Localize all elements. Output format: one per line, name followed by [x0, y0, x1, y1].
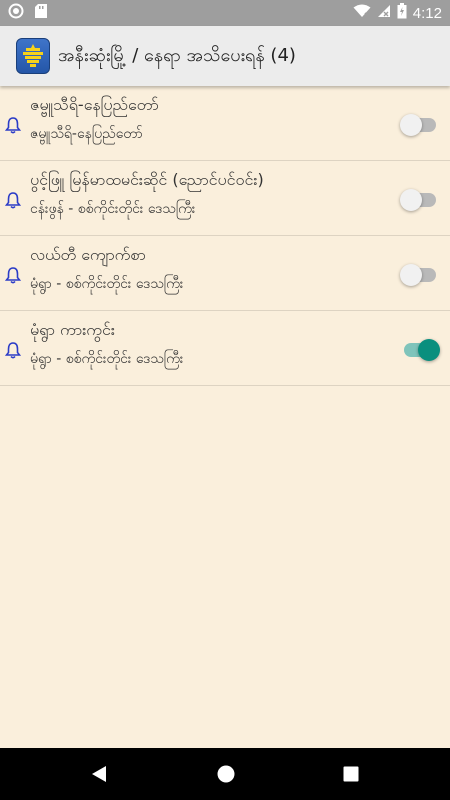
back-icon[interactable] [90, 764, 108, 788]
item-subtitle: မုံရွာ - စစ်ကိုင်းတိုင်း ဒေသကြီး [30, 276, 184, 292]
notification-toggle[interactable] [400, 189, 438, 211]
list-item[interactable]: ပွင့်ဖြူ မြန်မာထမင်းဆိုင် (ညောင်ပင်ဝင်း)… [0, 161, 450, 236]
notification-toggle[interactable] [400, 264, 438, 286]
item-subtitle: မုံရွာ - စစ်ကိုင်းတိုင်း ဒေသကြီး [30, 351, 184, 367]
page-title: အနီးဆုံးမြို့ / နေရာ အသိပေးရန် (4) [58, 44, 296, 66]
app-logo-icon [16, 38, 50, 74]
status-bar: 4:12 [0, 0, 450, 26]
item-subtitle: ဇမ္ဗူသီရိ-နေပြည်တော် [30, 126, 143, 142]
item-title: ဇမ္ဗူသီရိ-နေပြည်တော် [30, 95, 159, 114]
notification-toggle[interactable] [400, 114, 438, 136]
item-subtitle: ငန်းဖွန် - စစ်ကိုင်းတိုင်း ဒေသကြီး [30, 201, 196, 217]
home-icon[interactable] [216, 764, 236, 788]
status-time: 4:12 [412, 4, 442, 22]
wifi-icon [353, 4, 371, 22]
bell-icon [4, 191, 22, 209]
navigation-bar [0, 748, 450, 800]
sd-card-icon [34, 3, 48, 23]
list-item[interactable]: မုံရွာ ကားကွင်း မုံရွာ - စစ်ကိုင်းတိုင်း… [0, 311, 450, 386]
bell-icon [4, 266, 22, 284]
item-title: ပွင့်ဖြူ မြန်မာထမင်းဆိုင် (ညောင်ပင်ဝင်း) [30, 170, 264, 189]
notification-toggle[interactable] [400, 339, 440, 361]
recents-icon[interactable] [342, 764, 360, 788]
signal-icon [377, 4, 391, 22]
notification-list: ဇမ္ဗူသီရိ-နေပြည်တော် ဇမ္ဗူသီရိ-နေပြည်တော… [0, 86, 450, 386]
battery-icon [397, 3, 407, 23]
app-bar: အနီးဆုံးမြို့ / နေရာ အသိပေးရန် (4) [0, 26, 450, 86]
list-item[interactable]: ဇမ္ဗူသီရိ-နေပြည်တော် ဇမ္ဗူသီရိ-နေပြည်တော… [0, 86, 450, 161]
bell-icon [4, 116, 22, 134]
circle-icon [8, 3, 24, 23]
bell-icon [4, 341, 22, 359]
list-item[interactable]: လယ်တီ ကျောက်စာ မုံရွာ - စစ်ကိုင်းတိုင်း … [0, 236, 450, 311]
item-title: မုံရွာ ကားကွင်း [30, 320, 115, 339]
item-title: လယ်တီ ကျောက်စာ [30, 245, 146, 264]
